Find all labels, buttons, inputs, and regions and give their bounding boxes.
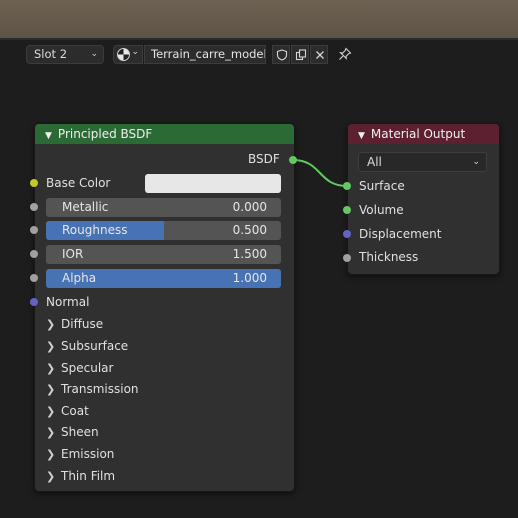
volume-label: Volume [359,203,404,217]
panel-specular[interactable]: ❯ Specular [46,361,113,375]
normal-label: Normal [46,295,90,309]
panel-coat[interactable]: ❯ Coat [46,404,89,418]
panel-sheen[interactable]: ❯ Sheen [46,425,99,439]
ior-field[interactable]: IOR 1.500 [46,245,281,264]
thickness-label: Thickness [359,250,419,264]
displacement-label: Displacement [359,227,442,241]
base-color-socket[interactable] [30,179,38,187]
metallic-socket[interactable] [30,203,38,211]
panel-thin-film[interactable]: ❯ Thin Film [46,469,115,483]
metallic-value: 0.000 [232,200,267,214]
target-dropdown[interactable]: All ⌄ [358,152,487,172]
surface-label: Surface [359,179,405,193]
panel-emission[interactable]: ❯ Emission [46,447,114,461]
bsdf-node-header[interactable]: ▼ Principled BSDF [35,124,294,144]
alpha-label: Alpha [62,271,97,285]
panel-transmission[interactable]: ❯ Transmission [46,382,139,396]
chevron-right-icon: ❯ [46,318,56,331]
panel-label: Subsurface [61,339,129,353]
alpha-field[interactable]: Alpha 1.000 [46,269,281,288]
chevron-right-icon: ❯ [46,426,56,439]
roughness-label: Roughness [62,223,128,237]
thickness-socket[interactable] [343,254,351,262]
chevron-right-icon: ❯ [46,383,56,396]
ior-socket[interactable] [30,250,38,258]
panel-label: Emission [61,447,115,461]
chevron-down-icon[interactable]: ▼ [45,126,52,146]
surface-socket[interactable] [343,182,351,190]
panel-label: Coat [61,404,89,418]
panel-label: Sheen [61,425,99,439]
panel-label: Diffuse [61,317,104,331]
output-node-title: Material Output [370,127,466,141]
bsdf-output-socket[interactable] [289,156,297,164]
volume-socket[interactable] [343,206,351,214]
chevron-right-icon: ❯ [46,362,56,375]
chevron-right-icon: ❯ [46,470,56,483]
panel-label: Thin Film [61,469,116,483]
alpha-value: 1.000 [232,271,267,285]
target-label: All [367,155,382,169]
panel-label: Specular [61,361,114,375]
chevron-right-icon: ❯ [46,340,56,353]
chevron-down-icon[interactable]: ▼ [358,126,365,146]
bsdf-node-title: Principled BSDF [57,127,153,141]
panel-subsurface[interactable]: ❯ Subsurface [46,339,128,353]
roughness-socket[interactable] [30,226,38,234]
chevron-right-icon: ❯ [46,448,56,461]
roughness-field[interactable]: Roughness 0.500 [46,221,281,240]
ior-value: 1.500 [232,247,267,261]
base-color-swatch[interactable] [145,174,281,193]
roughness-value: 0.500 [232,223,267,237]
chevron-right-icon: ❯ [46,405,56,418]
chevron-down-icon: ⌄ [472,157,480,167]
metallic-field[interactable]: Metallic 0.000 [46,198,281,217]
metallic-label: Metallic [62,200,109,214]
base-color-label: Base Color [46,176,111,190]
panel-label: Transmission [61,382,139,396]
alpha-socket[interactable] [30,274,38,282]
output-node-header[interactable]: ▼ Material Output [348,124,499,144]
bsdf-output-label: BSDF [248,152,280,166]
displacement-socket[interactable] [343,230,351,238]
panel-diffuse[interactable]: ❯ Diffuse [46,317,103,331]
normal-socket[interactable] [30,298,38,306]
ior-label: IOR [62,247,84,261]
